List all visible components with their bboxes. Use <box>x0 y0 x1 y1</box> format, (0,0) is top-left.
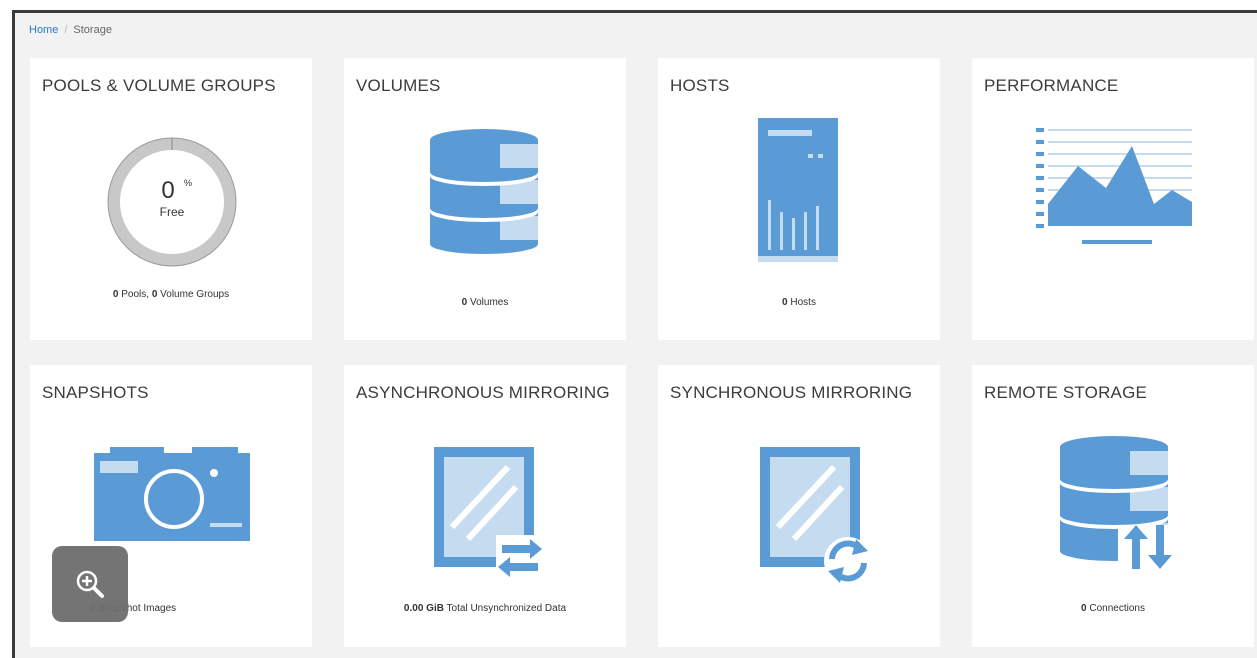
pools-label: Pools, <box>118 289 152 300</box>
volumes-summary: 0 Volumes <box>344 297 626 308</box>
server-icon <box>758 118 838 262</box>
tile-title: VOLUMES <box>356 76 441 95</box>
hosts-summary: 0 Hosts <box>658 297 940 308</box>
tile-title: HOSTS <box>670 76 730 95</box>
breadcrumb-current: Storage <box>73 24 112 36</box>
tile-remote-storage[interactable]: REMOTE STORAGE 0 Connections <box>972 365 1254 647</box>
unsynchronized-data-value: 0.00 GiB <box>403 603 444 614</box>
pools-summary: 0 Pools, 0 Volume Groups <box>30 289 312 300</box>
volumes-label: Volumes <box>467 297 509 308</box>
tile-sync-mirroring[interactable]: SYNCHRONOUS MIRRORING <box>658 365 940 647</box>
remote-storage-icon <box>1060 436 1172 571</box>
tile-title: PERFORMANCE <box>984 76 1119 95</box>
camera-icon <box>94 447 250 541</box>
tile-title: POOLS & VOLUME GROUPS <box>42 76 276 95</box>
async-mirror-icon <box>434 447 542 581</box>
zoom-in-icon <box>76 570 104 598</box>
remote-summary: 0 Connections <box>972 603 1254 614</box>
tile-title: SNAPSHOTS <box>42 383 149 402</box>
zoom-in-button[interactable] <box>52 546 128 622</box>
hosts-label: Hosts <box>787 297 816 308</box>
donut-value: 0 <box>161 177 174 204</box>
database-icon <box>430 129 538 254</box>
async-summary: 0.00 GiB Total Unsynchronized Data <box>344 603 626 614</box>
tile-performance[interactable]: PERFORMANCE <box>972 58 1254 340</box>
unsynchronized-data-label: Total Unsynchronized Data <box>443 603 567 614</box>
donut-label: Free <box>160 205 185 219</box>
tile-title: SYNCHRONOUS MIRRORING <box>670 383 913 402</box>
free-capacity-donut: 0 % Free <box>107 137 237 267</box>
breadcrumb: Home / Storage <box>29 24 112 36</box>
sync-mirror-icon <box>760 447 872 585</box>
performance-chart-icon <box>1036 128 1192 244</box>
tile-volumes[interactable]: VOLUMES 0 Volumes <box>344 58 626 340</box>
connections-label: Connections <box>1086 603 1145 614</box>
tile-title: REMOTE STORAGE <box>984 383 1148 402</box>
tile-pools-volume-groups[interactable]: POOLS & VOLUME GROUPS 0 % Free 0 Pools, … <box>30 58 312 340</box>
donut-unit: % <box>184 178 192 188</box>
tile-hosts[interactable]: HOSTS 0 Hosts <box>658 58 940 340</box>
breadcrumb-home-link[interactable]: Home <box>29 24 58 36</box>
tile-title: ASYNCHRONOUS MIRRORING <box>356 383 610 402</box>
storage-page: Home / Storage POOLS & VOLUME GROUPS 0 %… <box>12 10 1257 658</box>
volume-groups-label: Volume Groups <box>157 289 230 300</box>
tile-async-mirroring[interactable]: ASYNCHRONOUS MIRRORING 0.00 GiB Total Un… <box>344 365 626 647</box>
breadcrumb-separator: / <box>64 24 68 36</box>
